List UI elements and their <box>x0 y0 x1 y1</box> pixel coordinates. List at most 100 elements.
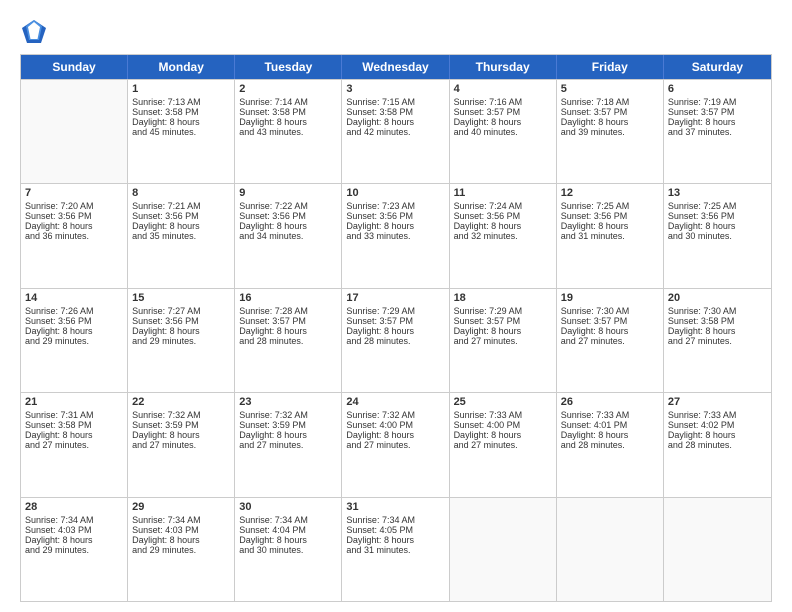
day-cell-23: 23Sunrise: 7:32 AMSunset: 3:59 PMDayligh… <box>235 393 342 496</box>
day-info-line: Daylight: 8 hours <box>346 430 444 440</box>
day-info-line: and 27 minutes. <box>454 440 552 450</box>
week-row-3: 14Sunrise: 7:26 AMSunset: 3:56 PMDayligh… <box>21 288 771 392</box>
day-info-line: Sunrise: 7:24 AM <box>454 201 552 211</box>
day-info-line: Sunset: 3:59 PM <box>132 420 230 430</box>
day-info-line: Daylight: 8 hours <box>346 326 444 336</box>
day-info-line: and 30 minutes. <box>239 545 337 555</box>
day-info-line: Sunset: 3:56 PM <box>25 211 123 221</box>
day-info-line: Sunrise: 7:23 AM <box>346 201 444 211</box>
empty-cell <box>664 498 771 601</box>
day-info-line: Daylight: 8 hours <box>346 535 444 545</box>
day-info-line: Sunrise: 7:13 AM <box>132 97 230 107</box>
day-info-line: Daylight: 8 hours <box>132 430 230 440</box>
day-info-line: Sunrise: 7:34 AM <box>346 515 444 525</box>
day-info-line: Daylight: 8 hours <box>454 117 552 127</box>
day-info-line: and 27 minutes. <box>132 440 230 450</box>
day-number: 18 <box>454 292 552 304</box>
day-info-line: Daylight: 8 hours <box>561 117 659 127</box>
day-info-line: and 30 minutes. <box>668 231 767 241</box>
day-cell-4: 4Sunrise: 7:16 AMSunset: 3:57 PMDaylight… <box>450 80 557 183</box>
day-info-line: Sunrise: 7:34 AM <box>239 515 337 525</box>
day-cell-8: 8Sunrise: 7:21 AMSunset: 3:56 PMDaylight… <box>128 184 235 287</box>
day-number: 14 <box>25 292 123 304</box>
day-info-line: and 27 minutes. <box>25 440 123 450</box>
day-cell-11: 11Sunrise: 7:24 AMSunset: 3:56 PMDayligh… <box>450 184 557 287</box>
empty-cell <box>450 498 557 601</box>
day-cell-25: 25Sunrise: 7:33 AMSunset: 4:00 PMDayligh… <box>450 393 557 496</box>
day-cell-29: 29Sunrise: 7:34 AMSunset: 4:03 PMDayligh… <box>128 498 235 601</box>
day-info-line: Sunset: 3:56 PM <box>454 211 552 221</box>
day-info-line: Sunrise: 7:32 AM <box>132 410 230 420</box>
day-number: 5 <box>561 83 659 95</box>
day-info-line: Sunset: 4:03 PM <box>132 525 230 535</box>
day-cell-27: 27Sunrise: 7:33 AMSunset: 4:02 PMDayligh… <box>664 393 771 496</box>
day-info-line: Daylight: 8 hours <box>25 221 123 231</box>
day-cell-16: 16Sunrise: 7:28 AMSunset: 3:57 PMDayligh… <box>235 289 342 392</box>
day-info-line: and 27 minutes. <box>668 336 767 346</box>
day-info-line: and 27 minutes. <box>346 440 444 450</box>
day-cell-6: 6Sunrise: 7:19 AMSunset: 3:57 PMDaylight… <box>664 80 771 183</box>
day-cell-3: 3Sunrise: 7:15 AMSunset: 3:58 PMDaylight… <box>342 80 449 183</box>
day-info-line: Sunset: 3:57 PM <box>239 316 337 326</box>
day-info-line: and 27 minutes. <box>239 440 337 450</box>
day-cell-19: 19Sunrise: 7:30 AMSunset: 3:57 PMDayligh… <box>557 289 664 392</box>
day-info-line: and 35 minutes. <box>132 231 230 241</box>
day-info-line: Sunset: 3:58 PM <box>668 316 767 326</box>
day-info-line: Daylight: 8 hours <box>454 430 552 440</box>
day-info-line: and 29 minutes. <box>132 336 230 346</box>
day-info-line: Sunset: 3:57 PM <box>346 316 444 326</box>
day-info-line: Sunrise: 7:29 AM <box>346 306 444 316</box>
day-number: 7 <box>25 187 123 199</box>
day-info-line: Sunrise: 7:22 AM <box>239 201 337 211</box>
day-info-line: and 31 minutes. <box>561 231 659 241</box>
day-cell-2: 2Sunrise: 7:14 AMSunset: 3:58 PMDaylight… <box>235 80 342 183</box>
day-number: 26 <box>561 396 659 408</box>
day-info-line: Sunset: 4:02 PM <box>668 420 767 430</box>
day-info-line: Daylight: 8 hours <box>132 535 230 545</box>
day-number: 10 <box>346 187 444 199</box>
day-number: 19 <box>561 292 659 304</box>
day-cell-9: 9Sunrise: 7:22 AMSunset: 3:56 PMDaylight… <box>235 184 342 287</box>
day-info-line: Daylight: 8 hours <box>346 221 444 231</box>
weekday-header-wednesday: Wednesday <box>342 55 449 79</box>
day-info-line: Daylight: 8 hours <box>239 221 337 231</box>
day-info-line: Daylight: 8 hours <box>239 326 337 336</box>
week-row-5: 28Sunrise: 7:34 AMSunset: 4:03 PMDayligh… <box>21 497 771 601</box>
day-info-line: and 45 minutes. <box>132 127 230 137</box>
day-info-line: and 34 minutes. <box>239 231 337 241</box>
day-info-line: Sunset: 3:57 PM <box>454 107 552 117</box>
weekday-header-sunday: Sunday <box>21 55 128 79</box>
day-info-line: Sunset: 4:00 PM <box>346 420 444 430</box>
calendar: SundayMondayTuesdayWednesdayThursdayFrid… <box>20 54 772 602</box>
day-number: 27 <box>668 396 767 408</box>
day-cell-30: 30Sunrise: 7:34 AMSunset: 4:04 PMDayligh… <box>235 498 342 601</box>
day-number: 3 <box>346 83 444 95</box>
day-info-line: Sunrise: 7:18 AM <box>561 97 659 107</box>
weekday-header-tuesday: Tuesday <box>235 55 342 79</box>
day-info-line: Sunrise: 7:20 AM <box>25 201 123 211</box>
day-info-line: and 40 minutes. <box>454 127 552 137</box>
weekday-header-monday: Monday <box>128 55 235 79</box>
day-number: 1 <box>132 83 230 95</box>
day-info-line: Daylight: 8 hours <box>25 535 123 545</box>
day-info-line: and 28 minutes. <box>346 336 444 346</box>
day-info-line: and 28 minutes. <box>561 440 659 450</box>
day-info-line: Daylight: 8 hours <box>239 535 337 545</box>
day-info-line: Sunrise: 7:32 AM <box>346 410 444 420</box>
day-info-line: Sunset: 3:56 PM <box>346 211 444 221</box>
day-info-line: Daylight: 8 hours <box>239 117 337 127</box>
day-info-line: Sunrise: 7:28 AM <box>239 306 337 316</box>
day-info-line: Sunset: 3:58 PM <box>239 107 337 117</box>
day-info-line: Sunset: 3:58 PM <box>346 107 444 117</box>
day-number: 30 <box>239 501 337 513</box>
day-info-line: and 27 minutes. <box>561 336 659 346</box>
day-info-line: Sunset: 3:58 PM <box>25 420 123 430</box>
day-number: 20 <box>668 292 767 304</box>
day-info-line: Daylight: 8 hours <box>239 430 337 440</box>
day-info-line: Sunrise: 7:21 AM <box>132 201 230 211</box>
day-info-line: Sunset: 3:56 PM <box>25 316 123 326</box>
day-cell-18: 18Sunrise: 7:29 AMSunset: 3:57 PMDayligh… <box>450 289 557 392</box>
day-number: 9 <box>239 187 337 199</box>
day-info-line: Sunset: 4:05 PM <box>346 525 444 535</box>
day-info-line: Sunset: 3:56 PM <box>132 211 230 221</box>
